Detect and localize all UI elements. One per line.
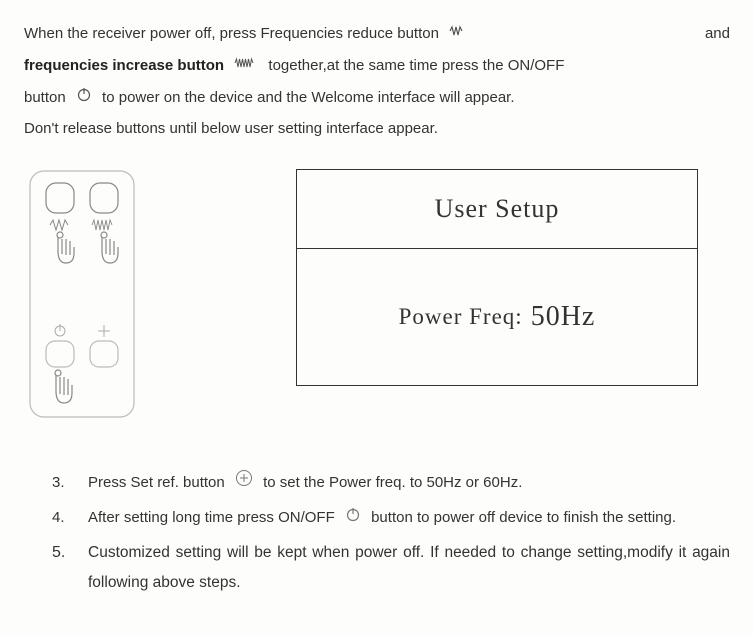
set-ref-plus-icon xyxy=(235,469,253,498)
step-number: 3. xyxy=(52,469,70,498)
intro-text: button xyxy=(24,89,70,106)
intro-text: and xyxy=(705,18,730,50)
intro-text: to power on the device and the Welcome i… xyxy=(102,89,514,106)
step-text: Customized setting will be kept when pow… xyxy=(88,538,730,597)
freq-reduce-icon xyxy=(449,18,469,50)
screen-value: 50Hz xyxy=(531,301,596,333)
step-text: Press Set ref. button xyxy=(88,474,229,491)
intro-text: Don't release buttons until below user s… xyxy=(24,113,730,145)
power-icon xyxy=(76,82,92,114)
intro-text-bold: frequencies increase button xyxy=(24,57,228,74)
intro-paragraph: When the receiver power off, press Frequ… xyxy=(24,18,730,145)
device-diagram xyxy=(28,169,136,419)
step-number: 5. xyxy=(52,538,70,568)
step-text: to set the Power freq. to 50Hz or 60Hz. xyxy=(263,474,522,491)
intro-text: together,at the same time press the ON/O… xyxy=(268,57,564,74)
freq-increase-icon xyxy=(234,50,258,82)
steps-list: 3. Press Set ref. button to set the Powe… xyxy=(24,469,730,597)
step-number: 4. xyxy=(52,504,70,533)
user-setup-screen: User Setup Power Freq: 50Hz xyxy=(296,169,698,386)
step-3: 3. Press Set ref. button to set the Powe… xyxy=(52,469,730,498)
step-text: button to power off device to finish the… xyxy=(371,509,676,526)
step-4: 4. After setting long time press ON/OFF … xyxy=(52,504,730,533)
power-icon xyxy=(345,504,361,533)
screen-label: Power Freq: xyxy=(399,304,523,330)
screen-title: User Setup xyxy=(435,194,560,224)
step-5: 5. Customized setting will be kept when … xyxy=(52,538,730,597)
intro-text: When the receiver power off, press Frequ… xyxy=(24,25,443,42)
diagram-row: User Setup Power Freq: 50Hz xyxy=(28,169,730,419)
step-text: After setting long time press ON/OFF xyxy=(88,509,339,526)
